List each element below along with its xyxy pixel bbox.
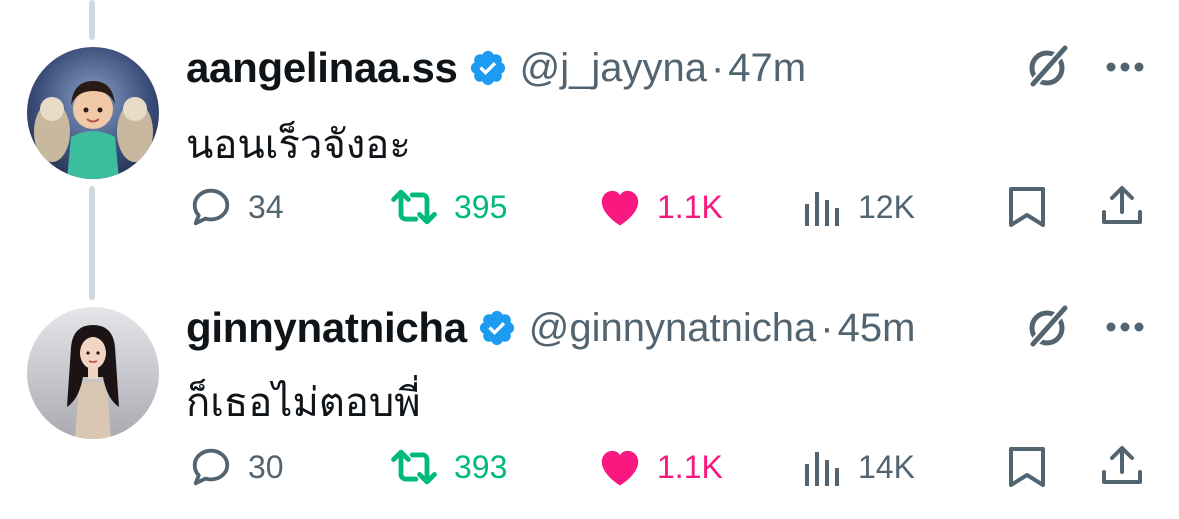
reply-button[interactable]: 30 bbox=[188, 442, 284, 492]
display-name[interactable]: ginnynatnicha bbox=[186, 304, 467, 352]
reply-icon bbox=[192, 448, 230, 486]
reply-count: 30 bbox=[248, 448, 284, 485]
more-icon[interactable] bbox=[1105, 321, 1145, 333]
like-count: 1.1K bbox=[657, 448, 723, 485]
tweet-header: ginnynatnicha @ginnynatnicha · 45m bbox=[186, 303, 915, 353]
tweet[interactable]: ginnynatnicha @ginnynatnicha · 45m ก็เธอ… bbox=[0, 0, 1179, 487]
views-count: 14K bbox=[858, 448, 915, 485]
timestamp[interactable]: 45m bbox=[838, 306, 916, 351]
retweet-icon bbox=[391, 449, 437, 485]
avatar[interactable] bbox=[27, 307, 159, 439]
separator: · bbox=[820, 305, 834, 350]
views-button[interactable]: 14K bbox=[804, 442, 915, 492]
like-button[interactable]: 1.1K bbox=[597, 442, 723, 492]
share-icon[interactable] bbox=[1100, 444, 1144, 488]
retweet-count: 393 bbox=[454, 448, 508, 485]
retweet-button[interactable]: 393 bbox=[388, 442, 507, 492]
tweet-text: ก็เธอไม่ตอบพี่ bbox=[186, 381, 421, 425]
views-icon bbox=[805, 452, 839, 486]
handle[interactable]: @ginnynatnicha bbox=[529, 306, 816, 351]
like-icon bbox=[601, 450, 639, 486]
verified-badge-icon bbox=[477, 308, 517, 348]
bookmark-icon[interactable] bbox=[1007, 446, 1047, 488]
grok-icon[interactable] bbox=[1025, 304, 1071, 350]
